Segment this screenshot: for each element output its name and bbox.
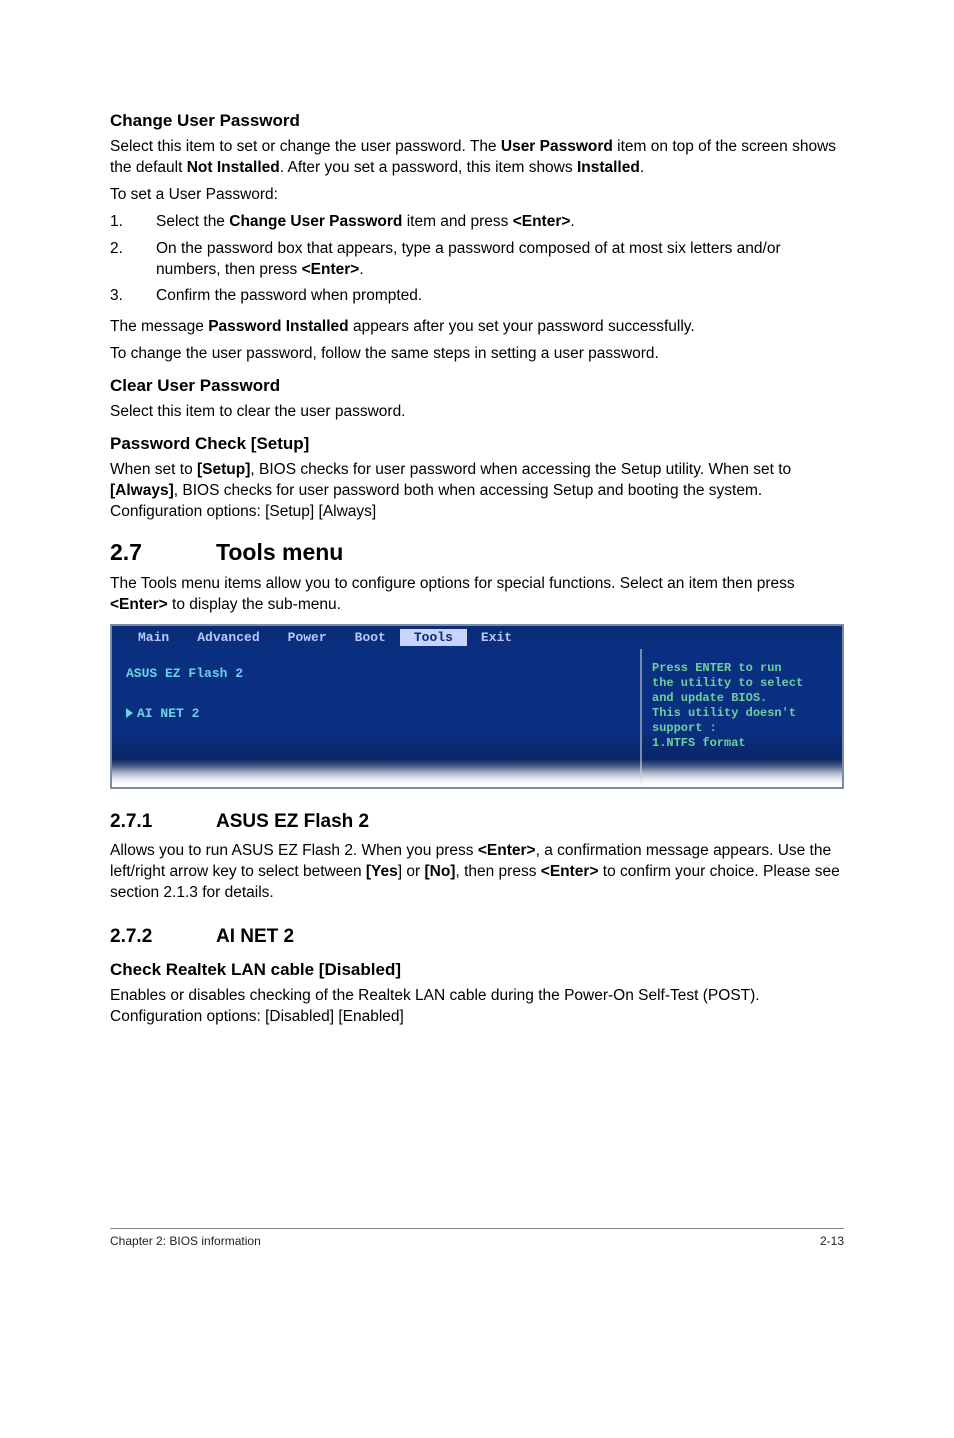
text: . — [640, 159, 644, 176]
bios-tab-bar: Main Advanced Power Boot Tools Exit — [110, 624, 844, 650]
paragraph: Select this item to clear the user passw… — [110, 402, 844, 423]
paragraph: To set a User Password: — [110, 185, 844, 206]
bold-text: <Enter> — [302, 261, 360, 278]
step-text: Confirm the password when prompted. — [156, 286, 844, 307]
list-item: 2. On the password box that appears, typ… — [110, 239, 844, 281]
bold-text: [Always] — [110, 482, 174, 499]
paragraph: When set to [Setup], BIOS checks for use… — [110, 460, 844, 523]
bios-menu-item-ez-flash[interactable]: ASUS EZ Flash 2 — [126, 665, 626, 683]
text: Select the — [156, 213, 229, 230]
bold-text: <Enter> — [478, 842, 536, 859]
section-title-text: ASUS EZ Flash 2 — [216, 811, 369, 832]
text: , then press — [455, 863, 540, 880]
text: The Tools menu items allow you to config… — [110, 575, 795, 592]
section-title-text: Tools menu — [216, 539, 343, 565]
text: On the password box that appears, type a… — [156, 240, 781, 278]
step-number: 1. — [110, 212, 156, 233]
step-number: 2. — [110, 239, 156, 281]
bold-text: [No] — [424, 863, 455, 880]
bold-text: <Enter> — [110, 596, 168, 613]
step-text: On the password box that appears, type a… — [156, 239, 844, 281]
bold-text: Installed — [577, 159, 640, 176]
bold-text: <Enter> — [541, 863, 599, 880]
text: Select this item to set or change the us… — [110, 138, 501, 155]
text: , BIOS checks for user password both whe… — [110, 482, 762, 520]
bios-menu-pane: ASUS EZ Flash 2 AI NET 2 — [112, 649, 642, 787]
paragraph: Select this item to set or change the us… — [110, 137, 844, 179]
section-number: 2.7 — [110, 537, 216, 568]
step-number: 3. — [110, 286, 156, 307]
bold-text: Not Installed — [187, 159, 280, 176]
bios-tab-advanced[interactable]: Advanced — [183, 629, 273, 647]
heading-check-realtek-lan: Check Realtek LAN cable [Disabled] — [110, 959, 844, 982]
bios-tab-main[interactable]: Main — [124, 629, 183, 647]
heading-change-user-password: Change User Password — [110, 110, 844, 133]
bios-screenshot: Main Advanced Power Boot Tools Exit ASUS… — [110, 624, 844, 790]
text: item and press — [402, 213, 512, 230]
list-item: 1. Select the Change User Password item … — [110, 212, 844, 233]
bios-tab-exit[interactable]: Exit — [467, 629, 526, 647]
paragraph: Allows you to run ASUS EZ Flash 2. When … — [110, 841, 844, 904]
footer-page-number: 2-13 — [820, 1233, 844, 1249]
heading-clear-user-password: Clear User Password — [110, 375, 844, 398]
text: . — [359, 261, 363, 278]
text: ] or — [398, 863, 425, 880]
steps-list: 1. Select the Change User Password item … — [110, 212, 844, 308]
page-footer: Chapter 2: BIOS information 2-13 — [110, 1228, 844, 1249]
bold-text: User Password — [501, 138, 613, 155]
heading-password-check: Password Check [Setup] — [110, 433, 844, 456]
paragraph: The Tools menu items allow you to config… — [110, 574, 844, 616]
bios-menu-item-ai-net[interactable]: AI NET 2 — [126, 705, 626, 723]
bios-help-text: Press ENTER to run the utility to select… — [652, 661, 832, 751]
text: . — [570, 213, 574, 230]
section-heading-tools-menu: 2.7Tools menu — [110, 537, 844, 568]
section-title-text: AI NET 2 — [216, 926, 294, 947]
triangle-right-icon — [126, 708, 133, 718]
text: to display the sub-menu. — [168, 596, 341, 613]
text: The message — [110, 318, 208, 335]
subsection-heading-ez-flash: 2.7.1ASUS EZ Flash 2 — [110, 809, 844, 835]
bios-tab-power[interactable]: Power — [274, 629, 341, 647]
section-number: 2.7.1 — [110, 809, 216, 835]
bios-body: ASUS EZ Flash 2 AI NET 2 Press ENTER to … — [110, 649, 844, 789]
bold-text: Change User Password — [229, 213, 402, 230]
bios-help-pane: Press ENTER to run the utility to select… — [642, 649, 842, 787]
bold-text: <Enter> — [513, 213, 571, 230]
bold-text: Password Installed — [208, 318, 348, 335]
text: . After you set a password, this item sh… — [280, 159, 577, 176]
text: Allows you to run ASUS EZ Flash 2. When … — [110, 842, 478, 859]
bios-menu-item-label: AI NET 2 — [137, 706, 199, 721]
text: , BIOS checks for user password when acc… — [250, 461, 791, 478]
bios-tab-tools[interactable]: Tools — [400, 629, 467, 647]
text: appears after you set your password succ… — [349, 318, 695, 335]
section-number: 2.7.2 — [110, 924, 216, 950]
bold-text: [Setup] — [197, 461, 250, 478]
subsection-heading-ai-net: 2.7.2AI NET 2 — [110, 924, 844, 950]
paragraph: Enables or disables checking of the Real… — [110, 986, 844, 1028]
bios-tab-boot[interactable]: Boot — [341, 629, 400, 647]
step-text: Select the Change User Password item and… — [156, 212, 844, 233]
list-item: 3. Confirm the password when prompted. — [110, 286, 844, 307]
paragraph: To change the user password, follow the … — [110, 344, 844, 365]
text: When set to — [110, 461, 197, 478]
footer-chapter-label: Chapter 2: BIOS information — [110, 1233, 261, 1249]
bold-text: [Yes — [366, 863, 398, 880]
paragraph: The message Password Installed appears a… — [110, 317, 844, 338]
